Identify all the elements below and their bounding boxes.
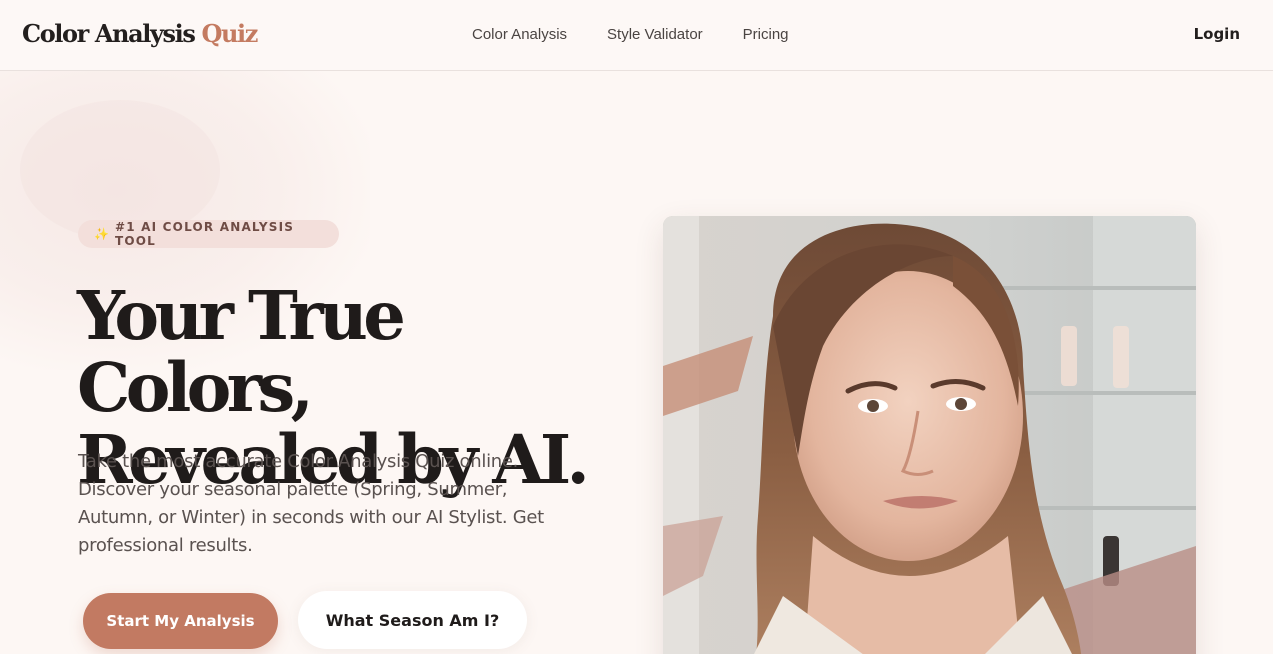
hero-portrait-image <box>663 216 1196 654</box>
main-nav: Color Analysis Style Validator Pricing <box>472 26 829 43</box>
site-logo[interactable]: Color Analysis Quiz <box>22 19 258 48</box>
logo-text: Color Analysis <box>22 19 196 48</box>
login-link[interactable]: Login <box>1194 25 1240 43</box>
hero-description: Take the most accurate Color Analysis Qu… <box>78 451 544 556</box>
nav-pricing[interactable]: Pricing <box>743 26 789 43</box>
background-decoration-circle <box>20 100 220 240</box>
sparkles-icon: ✨ <box>94 227 109 241</box>
site-header: Color Analysis Quiz Color Analysis Style… <box>0 0 1273 71</box>
nav-color-analysis[interactable]: Color Analysis <box>472 26 567 43</box>
hero-title-line1: Your True Colors, <box>77 276 406 427</box>
logo-accent-text: Quiz <box>201 19 258 48</box>
nav-style-validator[interactable]: Style Validator <box>607 26 703 43</box>
start-analysis-button[interactable]: Start My Analysis <box>83 593 278 649</box>
badge-text: #1 AI COLOR ANALYSIS TOOL <box>114 220 295 248</box>
hero-badge: ✨ #1 AI COLOR ANALYSIS TOOL <box>78 220 339 248</box>
what-season-button[interactable]: What Season Am I? <box>298 591 527 649</box>
